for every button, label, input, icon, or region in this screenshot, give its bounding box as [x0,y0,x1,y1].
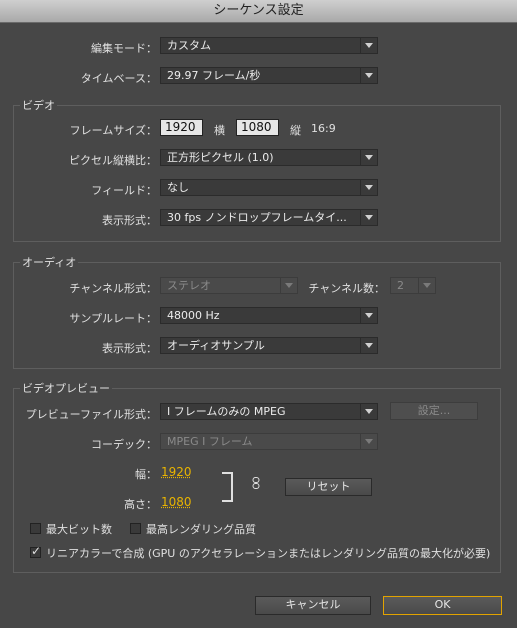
cancel-button[interactable]: キャンセル [255,596,371,615]
preview-height-label: 高さ： [124,498,157,511]
linear-color-checkbox[interactable] [30,544,41,558]
max-bit-depth-checkbox[interactable] [30,523,41,534]
frame-width-field[interactable]: 1920 [160,119,203,136]
edit-mode-dropdown[interactable]: カスタム [160,37,378,54]
fields-value: なし [167,181,189,194]
chevron-down-icon [360,150,377,165]
fields-dropdown[interactable]: なし [160,179,378,196]
max-render-quality-checkbox[interactable] [130,523,141,534]
channel-format-value: ステレオ [167,279,211,292]
channel-format-dropdown: ステレオ [160,277,298,294]
preview-height-value[interactable]: 1080 [161,495,192,509]
preview-width-label: 幅： [135,468,157,481]
pixel-aspect-label: ピクセル縦横比： [69,154,157,167]
sample-rate-dropdown[interactable]: 48000 Hz [160,307,378,324]
edit-mode-value: カスタム [167,39,211,52]
channel-count-value: 2 [397,279,404,292]
settings-button: 設定... [390,402,478,420]
pixel-aspect-value: 正方形ピクセル (1.0) [167,151,274,164]
audio-display-format-label: 表示形式： [102,342,157,355]
sequence-settings-dialog: シーケンス設定 編集モード： カスタム タイムベース： 29.97 フレーム/秒… [0,0,517,628]
preview-file-format-dropdown[interactable]: I フレームのみの MPEG [160,403,378,420]
video-group-title: ビデオ [20,97,57,113]
audio-group-title: オーディオ [20,254,79,270]
video-display-format-value: 30 fps ノンドロップフレームタイ... [167,211,347,224]
chevron-down-icon [360,434,377,449]
chevron-down-icon [360,308,377,323]
codec-value: MPEG I フレーム [167,435,253,448]
channel-count-label: チャンネル数： [308,282,385,295]
max-bit-depth-label: 最大ビット数 [46,523,112,536]
frame-width-label: 横 [214,124,225,137]
channel-format-label: チャンネル形式： [69,282,157,295]
pixel-aspect-dropdown[interactable]: 正方形ピクセル (1.0) [160,149,378,166]
sample-rate-value: 48000 Hz [167,309,220,322]
chevron-down-icon [360,68,377,83]
chevron-down-icon [280,278,297,293]
audio-display-format-dropdown[interactable]: オーディオサンプル [160,337,378,354]
frame-size-label: フレームサイズ： [69,124,157,137]
frame-height-label: 縦 [290,124,301,137]
chevron-down-icon [360,38,377,53]
chevron-down-icon [360,180,377,195]
timebase-label: タイムベース： [80,72,157,85]
frame-height-field[interactable]: 1080 [236,119,279,136]
linear-color-label: リニアカラーで合成 (GPU のアクセラレーションまたはレンダリング品質の最大化… [46,547,491,560]
chevron-down-icon [360,338,377,353]
chevron-down-icon [360,210,377,225]
audio-display-format-value: オーディオサンプル [167,339,265,352]
codec-label: コーデック： [91,438,157,451]
ok-button[interactable]: OK [383,596,502,615]
codec-dropdown: MPEG I フレーム [160,433,378,450]
aspect-ratio: 16:9 [311,122,336,135]
preview-file-format-label: プレビューファイル形式： [25,408,157,421]
video-display-format-dropdown[interactable]: 30 fps ノンドロップフレームタイ... [160,209,378,226]
chevron-down-icon [418,278,435,293]
window-title: シーケンス設定 [0,0,517,23]
chain-link-icon[interactable] [252,477,260,489]
max-render-quality-label: 最高レンダリング品質 [146,523,256,536]
edit-mode-label: 編集モード： [91,42,157,55]
sample-rate-label: サンプルレート： [69,312,157,325]
fields-label: フィールド： [91,184,157,197]
timebase-dropdown[interactable]: 29.97 フレーム/秒 [160,67,378,84]
chevron-down-icon [360,404,377,419]
preview-file-format-value: I フレームのみの MPEG [167,405,286,418]
preview-width-value[interactable]: 1920 [161,465,192,479]
video-preview-group-title: ビデオプレビュー [20,380,112,396]
timebase-value: 29.97 フレーム/秒 [167,69,261,82]
link-bracket [222,472,233,502]
reset-button[interactable]: リセット [285,478,372,496]
channel-count-dropdown: 2 [390,277,436,294]
video-display-format-label: 表示形式： [102,214,157,227]
